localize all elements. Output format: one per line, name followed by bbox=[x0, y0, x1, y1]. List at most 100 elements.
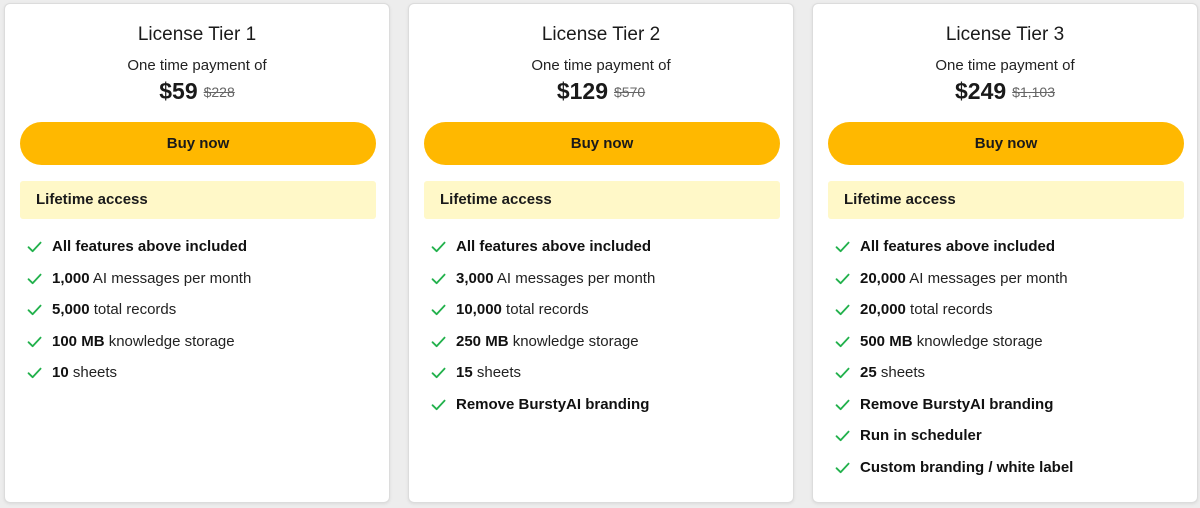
feature-item: Run in scheduler bbox=[835, 425, 1073, 457]
feature-description: sheets bbox=[68, 364, 118, 381]
feature-text: 20,000 AI messages per month bbox=[860, 268, 1068, 290]
feature-highlight: 10,000 bbox=[456, 301, 502, 318]
feature-list: All features above included 3,000 AI mess… bbox=[431, 236, 655, 425]
feature-highlight: All features above included bbox=[860, 238, 1056, 255]
feature-item: 20,000 total records bbox=[835, 299, 1073, 331]
tier-title: License Tier 1 bbox=[137, 24, 257, 45]
tier-title: License Tier 3 bbox=[945, 24, 1065, 45]
feature-highlight: 1,000 bbox=[52, 269, 90, 287]
check-icon bbox=[27, 268, 44, 290]
check-icon bbox=[431, 394, 448, 416]
feature-highlight: 10 bbox=[52, 364, 69, 381]
feature-highlight: 20,000 bbox=[860, 269, 906, 287]
feature-item: 500 MB knowledge storage bbox=[835, 331, 1073, 363]
feature-item: 100 MB knowledge storage bbox=[27, 331, 251, 363]
feature-text: Remove BurstyAI branding bbox=[860, 394, 1053, 416]
feature-list: All features above included 20,000 AI mes… bbox=[835, 236, 1073, 488]
feature-text: 100 MB knowledge storage bbox=[52, 331, 235, 353]
feature-item: All features above included bbox=[431, 236, 655, 268]
feature-highlight: 250 MB bbox=[456, 332, 509, 350]
feature-text: All features above included bbox=[52, 236, 247, 258]
current-price: $129 bbox=[556, 78, 608, 104]
feature-text: Run in scheduler bbox=[860, 425, 982, 447]
pricing-card-tier-2: License Tier 2 One time payment of $129 $… bbox=[408, 3, 794, 503]
original-price: $1,103 bbox=[1012, 83, 1055, 100]
feature-text: 10,000 total records bbox=[456, 299, 589, 321]
feature-highlight: 3,000 bbox=[456, 269, 494, 287]
feature-text: 15 sheets bbox=[456, 362, 521, 384]
feature-item: 3,000 AI messages per month bbox=[431, 268, 655, 300]
check-icon bbox=[27, 299, 44, 321]
payment-caption: One time payment of bbox=[127, 57, 267, 74]
buy-now-button[interactable]: Buy now bbox=[828, 122, 1184, 165]
feature-text: 5,000 total records bbox=[52, 299, 176, 321]
feature-item: 10,000 total records bbox=[431, 299, 655, 331]
feature-item: 5,000 total records bbox=[27, 299, 251, 331]
check-icon bbox=[431, 299, 448, 321]
check-icon bbox=[27, 362, 44, 384]
feature-description: sheets bbox=[876, 364, 926, 381]
pricing-card-tier-1: License Tier 1 One time payment of $59 $2… bbox=[4, 3, 390, 503]
feature-highlight: Remove BurstyAI branding bbox=[860, 395, 1054, 413]
check-icon bbox=[431, 331, 448, 353]
feature-item: 15 sheets bbox=[431, 362, 655, 394]
payment-caption: One time payment of bbox=[531, 57, 671, 74]
check-icon bbox=[835, 299, 852, 321]
pricing-section: License Tier 1 One time payment of $59 $2… bbox=[0, 0, 1200, 508]
check-icon bbox=[835, 362, 852, 384]
feature-item: All features above included bbox=[27, 236, 251, 268]
check-icon bbox=[835, 236, 852, 258]
feature-description: knowledge storage bbox=[104, 332, 235, 350]
feature-highlight: Run in scheduler bbox=[860, 427, 982, 444]
feature-item: 1,000 AI messages per month bbox=[27, 268, 251, 300]
current-price: $59 bbox=[159, 78, 198, 104]
feature-highlight: 20,000 bbox=[860, 301, 906, 318]
feature-item: 25 sheets bbox=[835, 362, 1073, 394]
check-icon bbox=[835, 394, 852, 416]
feature-item: Remove BurstyAI branding bbox=[431, 394, 655, 426]
price-row: $249 $1,103 bbox=[813, 78, 1197, 105]
feature-text: 500 MB knowledge storage bbox=[860, 331, 1043, 353]
feature-text: All features above included bbox=[860, 236, 1055, 258]
feature-highlight: All features above included bbox=[52, 238, 248, 255]
feature-highlight: 15 bbox=[456, 364, 473, 381]
check-icon bbox=[431, 268, 448, 290]
original-price: $228 bbox=[203, 83, 235, 100]
feature-item: Remove BurstyAI branding bbox=[835, 394, 1073, 426]
feature-description: AI messages per month bbox=[89, 269, 252, 287]
current-price: $249 bbox=[955, 78, 1007, 104]
feature-description: knowledge storage bbox=[508, 332, 639, 350]
check-icon bbox=[431, 362, 448, 384]
check-icon bbox=[27, 331, 44, 353]
lifetime-access-banner: Lifetime access bbox=[828, 181, 1184, 219]
feature-description: total records bbox=[905, 301, 993, 318]
check-icon bbox=[835, 425, 852, 447]
check-icon bbox=[835, 268, 852, 290]
buy-now-button[interactable]: Buy now bbox=[424, 122, 780, 165]
feature-description: knowledge storage bbox=[912, 332, 1043, 350]
check-icon bbox=[27, 236, 44, 258]
feature-item: 250 MB knowledge storage bbox=[431, 331, 655, 363]
feature-highlight: 25 bbox=[860, 364, 877, 381]
feature-item: Custom branding / white label bbox=[835, 457, 1073, 489]
payment-caption: One time payment of bbox=[935, 57, 1075, 74]
feature-text: 20,000 total records bbox=[860, 299, 993, 321]
feature-text: Remove BurstyAI branding bbox=[456, 394, 649, 416]
feature-description: total records bbox=[501, 301, 589, 318]
feature-item: 20,000 AI messages per month bbox=[835, 268, 1073, 300]
feature-text: 3,000 AI messages per month bbox=[456, 268, 655, 290]
price-row: $59 $228 bbox=[5, 78, 389, 105]
check-icon bbox=[835, 457, 852, 479]
feature-text: All features above included bbox=[456, 236, 651, 258]
feature-highlight: 100 MB bbox=[52, 332, 105, 350]
feature-text: 1,000 AI messages per month bbox=[52, 268, 251, 290]
feature-highlight: 5,000 bbox=[52, 301, 90, 318]
feature-description: sheets bbox=[472, 364, 522, 381]
original-price: $570 bbox=[614, 83, 646, 100]
check-icon bbox=[431, 236, 448, 258]
feature-text: 250 MB knowledge storage bbox=[456, 331, 639, 353]
feature-description: AI messages per month bbox=[493, 269, 656, 287]
feature-text: 10 sheets bbox=[52, 362, 117, 384]
lifetime-access-banner: Lifetime access bbox=[424, 181, 780, 219]
buy-now-button[interactable]: Buy now bbox=[20, 122, 376, 165]
